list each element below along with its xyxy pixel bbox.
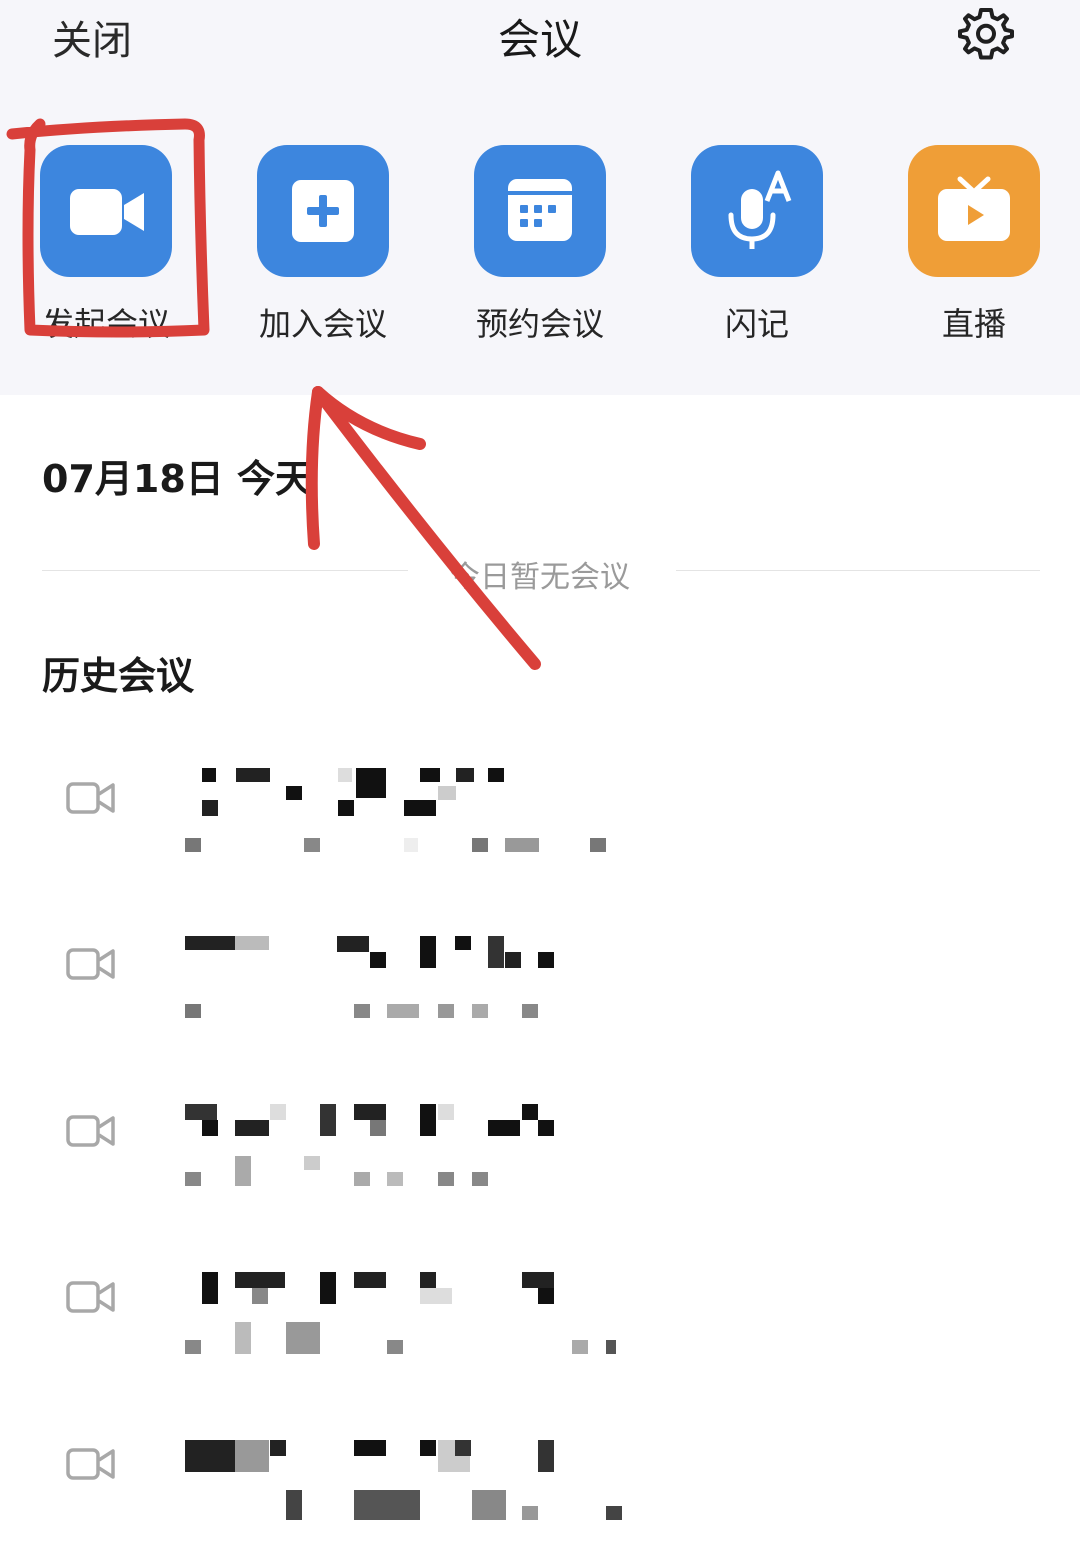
history-meeting-row[interactable] <box>0 730 1080 880</box>
history-meeting-row[interactable] <box>0 1396 1080 1546</box>
tv-play-icon <box>908 145 1040 277</box>
history-meeting-row[interactable] <box>0 1063 1080 1213</box>
join-meeting-label: 加入会议 <box>258 305 387 343</box>
video-camera-outline-icon <box>66 1279 116 1315</box>
video-camera-icon <box>40 145 172 277</box>
annotation-arrow-shaft <box>312 386 541 670</box>
history-header: 历史会议 <box>42 654 195 698</box>
start-meeting-button[interactable]: 发起会议 <box>40 145 172 345</box>
video-camera-outline-icon <box>66 780 116 816</box>
flash-notes-label: 闪记 <box>724 305 789 343</box>
microphone-icon <box>691 145 823 277</box>
calendar-icon <box>474 145 606 277</box>
empty-meetings-text: 今日暂无会议 <box>450 560 630 595</box>
live-stream-button[interactable]: 直播 <box>908 145 1040 345</box>
live-stream-label: 直播 <box>941 305 1006 343</box>
flash-notes-button[interactable]: 闪记 <box>691 145 823 345</box>
schedule-meeting-label: 预约会议 <box>475 305 604 343</box>
gear-icon[interactable] <box>958 6 1014 62</box>
start-meeting-label: 发起会议 <box>41 305 170 343</box>
video-camera-outline-icon <box>66 1113 116 1149</box>
plus-square-icon <box>257 145 389 277</box>
video-camera-outline-icon <box>66 1446 116 1482</box>
today-header: 07月18日 今天 <box>42 457 313 501</box>
join-meeting-button[interactable]: 加入会议 <box>257 145 389 345</box>
video-camera-outline-icon <box>66 946 116 982</box>
schedule-meeting-button[interactable]: 预约会议 <box>474 145 606 345</box>
annotation-arrow-head <box>305 386 426 550</box>
history-meeting-row[interactable] <box>0 1229 1080 1379</box>
page-title: 会议 <box>497 15 582 64</box>
history-meeting-row[interactable] <box>0 896 1080 1046</box>
